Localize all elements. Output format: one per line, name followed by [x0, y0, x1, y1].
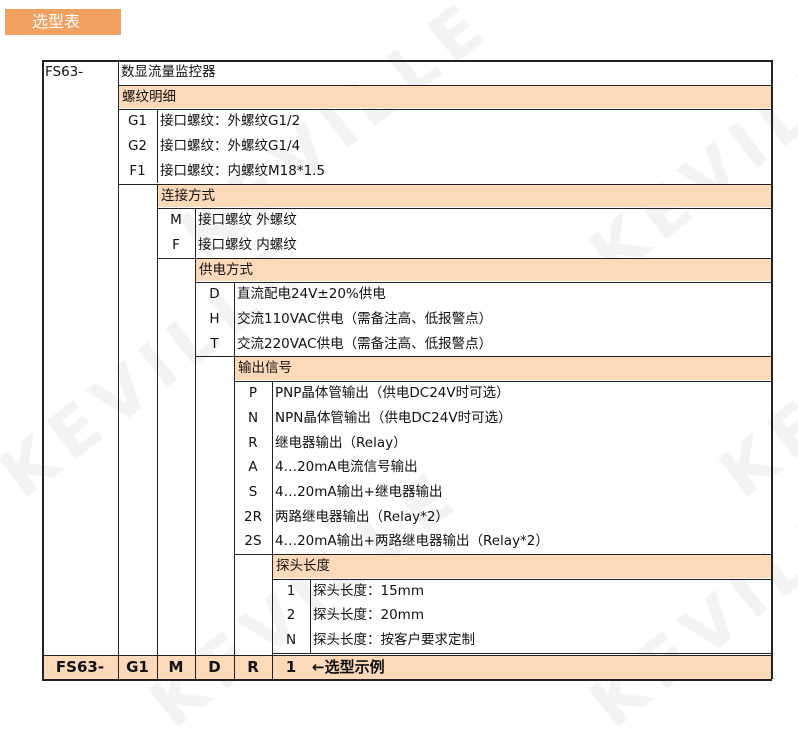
option-description: 接口螺纹：外螺纹G1/2 — [160, 113, 301, 130]
option-description: 探头长度：20mm — [313, 607, 424, 624]
option-code: G2 — [127, 138, 148, 155]
row-rule — [42, 655, 772, 656]
column-rule — [310, 578, 311, 653]
option-code: A — [248, 459, 258, 476]
column-rule — [42, 60, 44, 679]
option-code: T — [210, 335, 219, 352]
group-heading: 探头长度 — [273, 555, 772, 578]
group-heading: 连接方式 — [158, 184, 772, 208]
option-description: 两路继电器输出（Relay*2） — [275, 508, 449, 525]
model-code: FS63- — [45, 64, 84, 80]
group-heading: 供电方式 — [196, 258, 772, 282]
example-code: G1 — [126, 658, 149, 676]
column-rule — [157, 109, 158, 184]
column-rule — [272, 554, 273, 679]
option-description: PNP晶体管输出（供电DC24V时可选） — [275, 385, 510, 402]
column-rule — [234, 356, 235, 679]
option-description: 接口螺纹：内螺纹M18*1.5 — [160, 162, 326, 179]
option-code: 2S — [244, 533, 262, 550]
row-rule — [42, 679, 772, 681]
option-code: D — [209, 286, 220, 303]
row-rule — [272, 652, 772, 654]
group-heading: 输出信号 — [235, 357, 772, 381]
example-code: R — [247, 658, 259, 676]
option-description: 交流220VAC供电（需备注高、低报警点） — [237, 335, 493, 352]
option-description: 直流配电24V±20%供电 — [237, 286, 386, 303]
option-code: S — [248, 483, 258, 500]
option-code: H — [209, 311, 220, 327]
column-rule — [272, 381, 273, 554]
example-code: D — [208, 658, 221, 676]
option-code: N — [285, 632, 297, 649]
column-rule — [195, 257, 196, 679]
option-description: 接口螺纹 内螺纹 — [198, 236, 297, 253]
option-code: N — [247, 409, 259, 426]
option-code: 1 — [286, 582, 296, 599]
option-description: 探头长度：按客户要求定制 — [313, 632, 475, 649]
example-code: M — [168, 658, 184, 676]
column-rule — [195, 208, 196, 258]
option-code: R — [248, 434, 258, 451]
option-code: G1 — [127, 113, 148, 130]
option-code: F — [172, 236, 180, 253]
option-description: 4…20mA输出+两路继电器输出（Relay*2） — [275, 533, 549, 550]
option-description: 接口螺纹：外螺纹G1/4 — [160, 138, 301, 155]
example-label: ←选型示例 — [312, 658, 385, 676]
option-code: P — [248, 385, 258, 402]
option-code: M — [170, 212, 182, 229]
column-rule — [234, 282, 235, 357]
option-description: NPN晶体管输出（供电DC24V时可选） — [275, 409, 512, 426]
option-description: 交流110VAC供电（需备注高、低报警点） — [237, 311, 493, 327]
option-description: 4…20mA输出+继电器输出 — [275, 483, 443, 500]
row-rule — [42, 60, 772, 62]
option-code: 2R — [244, 508, 262, 525]
column-rule — [118, 60, 119, 679]
column-rule — [157, 183, 158, 679]
example-code: 1 — [285, 658, 297, 676]
section-title: 选型表 — [5, 9, 121, 35]
option-description: 继电器输出（Relay） — [275, 434, 407, 451]
example-code: FS63- — [55, 658, 105, 676]
option-description: 4…20mA电流信号输出 — [275, 459, 418, 476]
model-name: 数显流量监控器 — [121, 64, 216, 80]
column-rule — [771, 60, 773, 679]
option-code: 2 — [286, 607, 296, 624]
option-description: 接口螺纹 外螺纹 — [198, 212, 297, 229]
option-code: F1 — [129, 162, 146, 179]
option-description: 探头长度：15mm — [313, 582, 424, 599]
group-heading: 螺纹明细 — [119, 85, 772, 109]
